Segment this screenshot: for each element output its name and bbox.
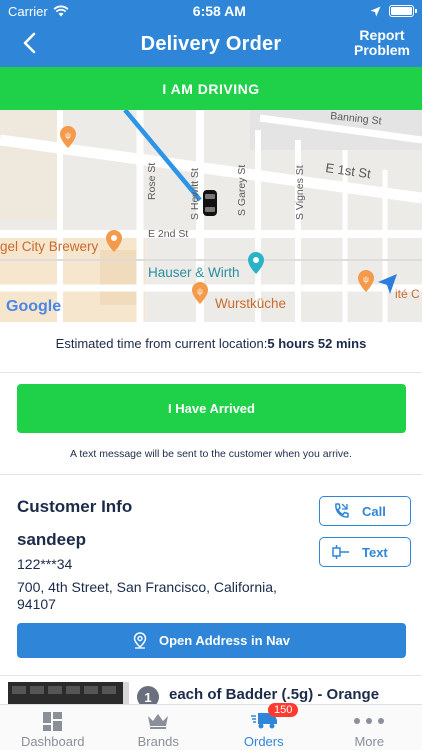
back-button[interactable] (14, 28, 44, 58)
tab-more[interactable]: More (317, 705, 422, 750)
battery-icon (389, 5, 417, 17)
report-problem-button[interactable]: Report Problem (354, 28, 410, 58)
divider (0, 372, 422, 373)
tab-label: Orders (243, 734, 284, 749)
svg-text:ψ: ψ (65, 131, 71, 140)
tab-label: Dashboard (20, 734, 85, 749)
place-label-brewery: gel City Brewery (0, 239, 99, 254)
nav-label: Open Address in Nav (159, 633, 290, 648)
orders-count-badge: 150 (267, 703, 299, 717)
product-thumbnail (8, 682, 129, 704)
street-label-garey: S Garey St (236, 165, 248, 216)
page-title: Delivery Order (140, 33, 282, 55)
dashboard-icon (43, 711, 63, 731)
phone-icon (335, 503, 349, 518)
report-label-line2: Problem (353, 42, 410, 58)
tab-bar: Dashboard Brands Orders 150 More (0, 703, 422, 750)
item-quantity-badge: 1 (137, 686, 159, 704)
text-button[interactable]: Text (319, 537, 411, 567)
location-pin-icon (133, 632, 147, 649)
driving-status-button[interactable]: I AM DRIVING (0, 67, 422, 110)
location-arrow-icon (370, 6, 381, 16)
map-view[interactable]: Banning St E 1st St E 2nd St Rose St S H… (0, 110, 422, 322)
divider (0, 474, 422, 475)
header: Carrier 6:58 AM Delivery Order Report Pr… (0, 0, 422, 67)
place-label-hauser: Hauser & Wirth (148, 265, 240, 280)
tab-brands[interactable]: Brands (106, 705, 212, 750)
google-logo: Google (6, 298, 61, 315)
street-label-vignes: S Vignes St (294, 165, 306, 220)
svg-text:ψ: ψ (197, 287, 203, 296)
carrier-label: Carrier (8, 3, 48, 19)
wifi-icon (53, 5, 69, 17)
tab-label: More (354, 734, 385, 749)
item-name: each of Badder (.5g) - Orange (169, 686, 380, 703)
report-label-line1: Report (359, 27, 405, 43)
crown-icon (148, 714, 169, 729)
arrived-label: I Have Arrived (168, 401, 255, 416)
tab-orders[interactable]: Orders 150 (211, 703, 317, 750)
open-address-in-nav-button[interactable]: Open Address in Nav (17, 623, 406, 658)
street-label-rose: Rose St (146, 163, 158, 200)
customer-info-heading: Customer Info (17, 497, 133, 516)
eta-value: 5 hours 52 mins (267, 336, 367, 351)
more-icon (354, 718, 385, 724)
eta-label: Estimated time from current location: (55, 336, 268, 351)
driving-status-label: I AM DRIVING (162, 80, 260, 97)
tab-label: Brands (137, 734, 179, 749)
place-label-wurst: Wurstküche (215, 296, 286, 311)
customer-address: 700, 4th Street, San Francisco, Californ… (17, 579, 277, 612)
status-time: 6:58 AM (192, 3, 246, 19)
customer-phone: 122***34 (17, 556, 73, 572)
svg-text:ψ: ψ (363, 275, 369, 284)
text-label: Text (362, 544, 388, 560)
order-item-row[interactable]: 1 each of Badder (.5g) - Orange (0, 676, 422, 704)
eta-text: Estimated time from current location:5 h… (0, 336, 422, 351)
customer-name: sandeep (17, 530, 86, 549)
message-icon (332, 545, 349, 559)
call-label: Call (362, 503, 386, 519)
street-label-e2nd: E 2nd St (148, 228, 188, 240)
sms-notice: A text message will be sent to the custo… (70, 448, 352, 460)
chevron-left-icon (23, 32, 36, 54)
nav-row: Delivery Order Report Problem (0, 22, 422, 67)
tab-dashboard[interactable]: Dashboard (0, 705, 106, 750)
i-have-arrived-button[interactable]: I Have Arrived (17, 384, 406, 433)
status-bar: Carrier 6:58 AM (0, 0, 422, 22)
call-button[interactable]: Call (319, 496, 411, 526)
street-label-hewitt: S Hewitt St (189, 168, 201, 220)
place-label-cite: ité C (395, 287, 420, 301)
car-marker-icon (203, 190, 217, 216)
